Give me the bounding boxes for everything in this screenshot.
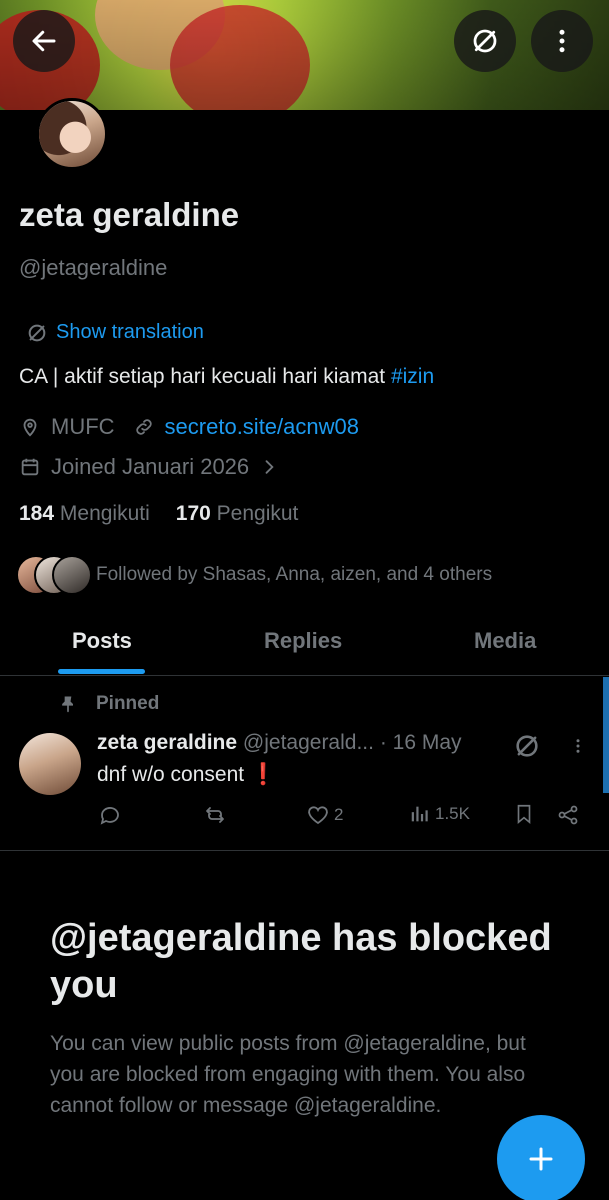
link-icon — [135, 419, 152, 435]
translate-button[interactable] — [454, 10, 516, 72]
blocked-title: @jetageraldine has blocked you — [50, 917, 552, 1006]
following-link[interactable]: 184 Mengikuti — [19, 502, 150, 526]
chevron-right-icon — [265, 460, 274, 474]
followers-label: Pengikut — [216, 502, 299, 525]
follower-avatars — [16, 555, 92, 595]
views-chart-icon — [411, 806, 428, 822]
bookmark-icon — [517, 804, 531, 825]
views-button[interactable]: 1.5K — [409, 803, 470, 825]
show-translation-link[interactable]: Show translation — [26, 321, 204, 344]
profile-avatar[interactable] — [36, 98, 108, 170]
tab-replies[interactable]: Replies — [264, 628, 342, 654]
location-text: MUFC — [51, 414, 115, 439]
post-text: dnf w/o consent ❗ — [97, 763, 276, 787]
post-author-avatar[interactable] — [19, 733, 81, 795]
more-vertical-icon — [576, 739, 580, 753]
follow-counts: 184 Mengikuti 170 Pengikut — [19, 502, 298, 526]
profile-handle: @jetageraldine — [19, 255, 168, 280]
share-icon — [558, 805, 578, 825]
location-pin-icon — [23, 418, 37, 437]
pinned-label-row: Pinned — [58, 693, 159, 715]
tab-media[interactable]: Media — [474, 628, 536, 654]
followers-link[interactable]: 170 Pengikut — [176, 502, 299, 526]
repost-icon — [206, 807, 224, 823]
profile-tabs: Posts Replies Media — [0, 620, 609, 676]
arrow-left-icon — [32, 30, 56, 52]
joined-text: Joined Januari 2026 — [51, 454, 250, 479]
pinned-label: Pinned — [96, 693, 160, 714]
profile-meta-location: MUFC secreto.site/acnw08 — [19, 414, 359, 440]
bio-text: CA | aktif setiap hari kecuali hari kiam… — [19, 365, 391, 388]
post-emoji: ❗ — [249, 763, 277, 786]
post-header: zeta geraldine @jetagerald... · 16 May — [97, 731, 462, 755]
website-link[interactable]: secreto.site/acnw08 — [165, 414, 359, 440]
followed-by-text: Followed by Shasas, Anna, aizen, and 4 o… — [96, 564, 493, 585]
profile-joined-row[interactable]: Joined Januari 2026 — [19, 454, 279, 480]
plus-icon — [529, 1147, 553, 1171]
post-more-button[interactable] — [569, 735, 587, 762]
followed-by-row[interactable]: Followed by Shasas, Anna, aizen, and 4 o… — [16, 555, 492, 595]
calendar-icon — [21, 458, 39, 476]
bookmark-button[interactable] — [513, 803, 535, 825]
post-translate-button[interactable] — [513, 732, 541, 765]
pinned-post[interactable]: Pinned zeta geraldine @jetagerald... · 1… — [0, 677, 609, 851]
repost-button[interactable] — [203, 803, 227, 827]
bio-hashtag[interactable]: #izin — [391, 365, 434, 388]
like-button[interactable]: 2 — [306, 803, 343, 827]
translate-icon — [473, 29, 497, 53]
reply-button[interactable] — [98, 803, 122, 827]
profile-name: zeta geraldine — [19, 196, 240, 233]
more-options-button[interactable] — [531, 10, 593, 72]
post-author-handle[interactable]: @jetagerald... — [243, 731, 374, 754]
pin-icon — [62, 696, 73, 713]
blocked-message: You can view public posts from @jetagera… — [50, 1032, 526, 1117]
reply-icon — [100, 807, 119, 825]
following-label: Mengikuti — [59, 502, 150, 525]
share-button[interactable] — [556, 803, 580, 827]
profile-bio: CA | aktif setiap hari kecuali hari kiam… — [19, 365, 434, 389]
following-count: 184 — [19, 502, 55, 525]
compose-button[interactable] — [497, 1115, 585, 1200]
like-count: 2 — [334, 805, 344, 824]
profile-banner[interactable] — [0, 0, 609, 110]
post-actions: 2 1.5K — [0, 803, 609, 833]
heart-icon — [308, 806, 328, 825]
tab-posts[interactable]: Posts — [72, 628, 132, 654]
translate-icon — [516, 735, 538, 757]
post-body: dnf w/o consent — [97, 763, 245, 786]
show-translation-label: Show translation — [56, 321, 204, 343]
post-date: · 16 May — [379, 731, 462, 754]
active-tab-indicator — [58, 669, 145, 674]
more-vertical-icon — [559, 29, 565, 53]
followers-count: 170 — [175, 502, 211, 525]
back-button[interactable] — [13, 10, 75, 72]
translate-icon — [28, 324, 46, 341]
view-count: 1.5K — [435, 804, 470, 823]
avatar — [52, 555, 92, 595]
post-author-name[interactable]: zeta geraldine — [97, 731, 237, 754]
